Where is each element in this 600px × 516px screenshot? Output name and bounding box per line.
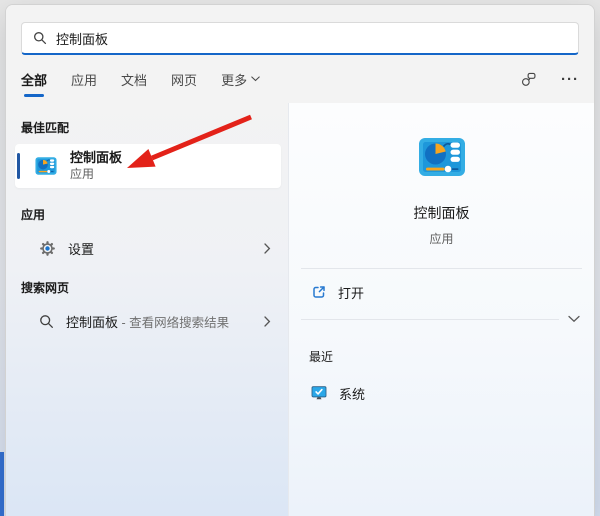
open-action[interactable]: 打开 (289, 269, 594, 315)
tab-web[interactable]: 网页 (171, 55, 197, 103)
detail-app-title: 控制面板 (413, 205, 470, 221)
results-body: 最佳匹配 控制面板 应用 应用 设置 搜索网页 控制面板 - 查看网络搜索结果 … (6, 103, 594, 516)
search-filter-tabs: 全部 应用 文档 网页 更多 ··· (21, 55, 579, 103)
tab-all[interactable]: 全部 (21, 55, 47, 103)
result-detail-panel: 控制面板 应用 打开 最近 系统 (288, 103, 594, 516)
control-panel-icon (418, 133, 466, 181)
search-input[interactable] (56, 30, 567, 46)
tab-label: 更多 (221, 72, 248, 88)
gear-icon (39, 240, 56, 257)
best-match-header: 最佳匹配 (21, 121, 70, 135)
recent-item-label: 系统 (339, 386, 366, 402)
tab-documents[interactable]: 文档 (121, 55, 147, 103)
recent-section-header: 最近 (309, 350, 334, 364)
results-list-panel: 最佳匹配 控制面板 应用 应用 设置 搜索网页 控制面板 - 查看网络搜索结果 (6, 103, 288, 516)
best-match-item[interactable]: 控制面板 应用 (15, 144, 281, 188)
selection-accent-bar (17, 153, 20, 179)
more-options-icon[interactable]: ··· (561, 72, 579, 87)
tab-label: 全部 (21, 72, 48, 88)
active-tab-underline (24, 94, 44, 97)
tab-label: 应用 (71, 72, 98, 88)
detail-app-subtitle: 应用 (429, 232, 454, 246)
monitor-icon (310, 384, 328, 402)
web-search-section-header: 搜索网页 (21, 281, 70, 295)
chevron-down-icon (251, 76, 260, 82)
search-box[interactable] (21, 22, 579, 55)
apps-section-header: 应用 (21, 208, 46, 222)
search-flyout-window: 全部 应用 文档 网页 更多 (5, 4, 595, 516)
web-search-item[interactable]: 控制面板 - 查看网络搜索结果 (6, 304, 288, 338)
tab-apps[interactable]: 应用 (71, 55, 97, 103)
web-search-text: 控制面板 - 查看网络搜索结果 (66, 314, 230, 330)
tab-label: 网页 (171, 72, 198, 88)
account-icon[interactable] (520, 71, 537, 88)
best-match-subtitle: 应用 (70, 166, 95, 181)
control-panel-icon (35, 155, 57, 177)
background-window-edge (0, 452, 4, 516)
chevron-down-icon[interactable] (568, 315, 580, 323)
chevron-right-icon (264, 315, 271, 327)
app-hero: 控制面板 应用 (289, 103, 594, 247)
search-icon (33, 31, 47, 45)
open-action-label: 打开 (338, 285, 365, 301)
actions-expander (301, 315, 580, 323)
app-item-label: 设置 (68, 241, 95, 257)
tab-label: 文档 (121, 72, 148, 88)
open-external-icon (311, 284, 327, 300)
recent-item-system[interactable]: 系统 (289, 376, 594, 410)
expander-divider-line (301, 318, 559, 320)
search-header: 全部 应用 文档 网页 更多 (6, 5, 594, 103)
search-icon (39, 314, 54, 329)
chevron-right-icon (264, 242, 271, 254)
tab-more[interactable]: 更多 (221, 55, 260, 103)
best-match-title: 控制面板 (70, 149, 123, 165)
app-item-settings[interactable]: 设置 (6, 231, 288, 265)
